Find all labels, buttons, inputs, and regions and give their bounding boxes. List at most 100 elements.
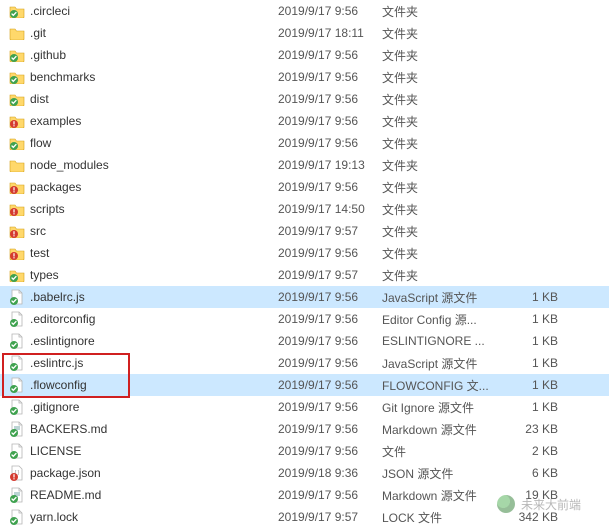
file-generic-green-icon: [8, 311, 26, 327]
file-row[interactable]: examples2019/9/17 9:56文件夹: [0, 110, 609, 132]
file-date: 2019/9/17 14:50: [278, 202, 382, 216]
file-type: ESLINTIGNORE ...: [382, 334, 508, 348]
file-row[interactable]: benchmarks2019/9/17 9:56文件夹: [0, 66, 609, 88]
folder-yellow-icon: [8, 25, 26, 41]
file-date: 2019/9/17 9:56: [278, 356, 382, 370]
file-name: README.md: [30, 488, 278, 502]
file-name: .gitignore: [30, 400, 278, 414]
file-size: 1 KB: [508, 356, 558, 370]
file-size: 1 KB: [508, 290, 558, 304]
file-row[interactable]: .github2019/9/17 9:56文件夹: [0, 44, 609, 66]
file-row[interactable]: src2019/9/17 9:57文件夹: [0, 220, 609, 242]
folder-green-check-icon: [8, 267, 26, 283]
file-name: benchmarks: [30, 70, 278, 84]
file-row[interactable]: dist2019/9/17 9:56文件夹: [0, 88, 609, 110]
file-type: Markdown 源文件: [382, 421, 508, 438]
file-date: 2019/9/17 9:56: [278, 378, 382, 392]
file-date: 2019/9/17 9:56: [278, 334, 382, 348]
file-type: Markdown 源文件: [382, 487, 508, 504]
file-js-green-icon: [8, 355, 26, 371]
file-row[interactable]: flow2019/9/17 9:56文件夹: [0, 132, 609, 154]
file-row[interactable]: .editorconfig2019/9/17 9:56Editor Config…: [0, 308, 609, 330]
file-row[interactable]: yarn.lock2019/9/17 9:57LOCK 文件342 KB: [0, 506, 609, 528]
file-type: 文件夹: [382, 267, 508, 284]
file-date: 2019/9/17 9:56: [278, 444, 382, 458]
file-type: JavaScript 源文件: [382, 289, 508, 306]
file-type: 文件夹: [382, 223, 508, 240]
file-date: 2019/9/17 9:56: [278, 290, 382, 304]
folder-green-check-icon: [8, 47, 26, 63]
file-name: LICENSE: [30, 444, 278, 458]
file-row[interactable]: node_modules2019/9/17 19:13文件夹: [0, 154, 609, 176]
file-date: 2019/9/17 9:56: [278, 114, 382, 128]
file-type: 文件夹: [382, 113, 508, 130]
file-type: 文件夹: [382, 3, 508, 20]
file-row[interactable]: types2019/9/17 9:57文件夹: [0, 264, 609, 286]
file-row[interactable]: .gitignore2019/9/17 9:56Git Ignore 源文件1 …: [0, 396, 609, 418]
file-date: 2019/9/17 9:56: [278, 246, 382, 260]
file-date: 2019/9/17 9:57: [278, 224, 382, 238]
file-name: scripts: [30, 202, 278, 216]
file-date: 2019/9/17 9:56: [278, 92, 382, 106]
file-type: JSON 源文件: [382, 465, 508, 482]
file-date: 2019/9/17 9:56: [278, 488, 382, 502]
file-note-icon: [8, 421, 26, 437]
file-list: .circleci2019/9/17 9:56文件夹.git2019/9/17 …: [0, 0, 609, 528]
folder-red-excl-icon: [8, 223, 26, 239]
file-row[interactable]: .eslintrc.js2019/9/17 9:56JavaScript 源文件…: [0, 352, 609, 374]
folder-green-check-icon: [8, 69, 26, 85]
file-row[interactable]: .circleci2019/9/17 9:56文件夹: [0, 0, 609, 22]
file-name: .git: [30, 26, 278, 40]
file-type: Editor Config 源...: [382, 311, 508, 328]
file-size: 2 KB: [508, 444, 558, 458]
folder-yellow-icon: [8, 157, 26, 173]
file-type: Git Ignore 源文件: [382, 399, 508, 416]
file-row[interactable]: LICENSE2019/9/17 9:56文件2 KB: [0, 440, 609, 462]
file-row[interactable]: README.md2019/9/17 9:56Markdown 源文件19 KB: [0, 484, 609, 506]
file-date: 2019/9/17 9:56: [278, 136, 382, 150]
file-name: packages: [30, 180, 278, 194]
file-date: 2019/9/17 9:56: [278, 400, 382, 414]
file-row[interactable]: scripts2019/9/17 14:50文件夹: [0, 198, 609, 220]
file-type: 文件: [382, 443, 508, 460]
file-generic-green-icon: [8, 377, 26, 393]
file-size: 1 KB: [508, 334, 558, 348]
file-date: 2019/9/17 9:57: [278, 268, 382, 282]
file-type: 文件夹: [382, 25, 508, 42]
file-row[interactable]: .git2019/9/17 18:11文件夹: [0, 22, 609, 44]
file-row[interactable]: .eslintignore2019/9/17 9:56ESLINTIGNORE …: [0, 330, 609, 352]
file-size: 1 KB: [508, 400, 558, 414]
file-size: 6 KB: [508, 466, 558, 480]
file-name: package.json: [30, 466, 278, 480]
file-row[interactable]: packages2019/9/17 9:56文件夹: [0, 176, 609, 198]
file-row[interactable]: { } package.json2019/9/18 9:36JSON 源文件6 K…: [0, 462, 609, 484]
file-name: node_modules: [30, 158, 278, 172]
file-size: 1 KB: [508, 312, 558, 326]
file-size: 23 KB: [508, 422, 558, 436]
folder-green-check-icon: [8, 135, 26, 151]
file-date: 2019/9/18 9:36: [278, 466, 382, 480]
file-type: 文件夹: [382, 245, 508, 262]
folder-red-excl-icon: [8, 201, 26, 217]
folder-red-excl-icon: [8, 179, 26, 195]
file-type: 文件夹: [382, 179, 508, 196]
file-json-red-icon: { }: [8, 465, 26, 481]
file-type: 文件夹: [382, 69, 508, 86]
file-row[interactable]: .babelrc.js2019/9/17 9:56JavaScript 源文件1…: [0, 286, 609, 308]
file-name: dist: [30, 92, 278, 106]
file-date: 2019/9/17 9:56: [278, 4, 382, 18]
file-row[interactable]: .flowconfig2019/9/17 9:56FLOWCONFIG 文...…: [0, 374, 609, 396]
file-name: test: [30, 246, 278, 260]
file-name: BACKERS.md: [30, 422, 278, 436]
file-generic-green-icon: [8, 443, 26, 459]
file-type: 文件夹: [382, 157, 508, 174]
file-type: 文件夹: [382, 91, 508, 108]
file-row[interactable]: test2019/9/17 9:56文件夹: [0, 242, 609, 264]
file-generic-green-icon: [8, 399, 26, 415]
file-name: .github: [30, 48, 278, 62]
file-type: FLOWCONFIG 文...: [382, 377, 508, 394]
file-size: 342 KB: [508, 510, 558, 524]
file-row[interactable]: BACKERS.md2019/9/17 9:56Markdown 源文件23 K…: [0, 418, 609, 440]
file-generic-green-icon: [8, 333, 26, 349]
file-name: types: [30, 268, 278, 282]
